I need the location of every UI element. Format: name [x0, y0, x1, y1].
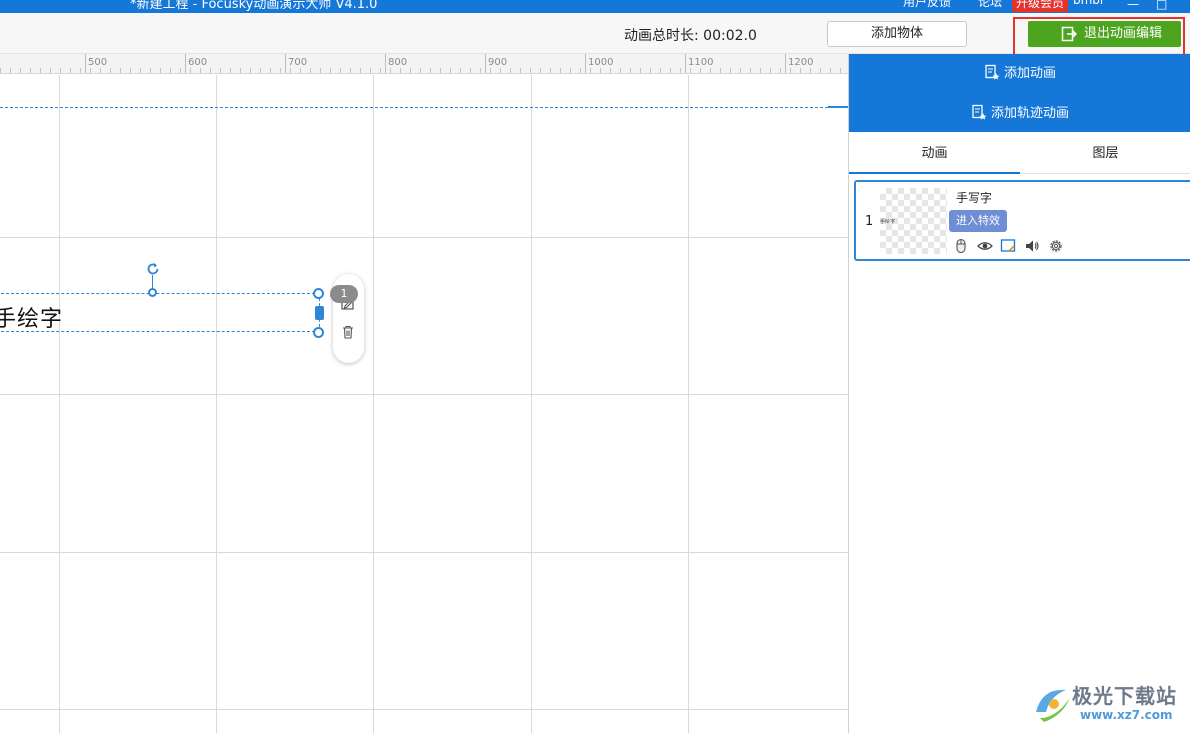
grid-line: [0, 237, 848, 238]
horizontal-ruler: 500 600 700 800 900 1000 1100 1200: [0, 54, 848, 74]
thumbnail-text: 手绘字: [880, 219, 896, 225]
grid-line: [531, 75, 532, 733]
maximize-button[interactable]: □: [1156, 0, 1167, 11]
add-animation-label: 添加动画: [1003, 66, 1056, 81]
rotate-icon[interactable]: [145, 261, 161, 277]
ruler-label: 1200: [788, 57, 814, 68]
ruler-major-tick: [585, 54, 586, 73]
guide-line-marker: [828, 106, 848, 108]
add-path-animation-button[interactable]: 添加轨迹动画: [849, 94, 1190, 132]
watermark-logo: [1036, 689, 1070, 722]
rotate-handle-stem: [152, 275, 153, 289]
ruler-label: 1100: [688, 57, 714, 68]
exit-animation-edit-button[interactable]: 退出动画编辑: [1028, 21, 1181, 47]
guide-line[interactable]: [0, 107, 848, 108]
watermark: 极光下载站 www.xz7.com: [1032, 680, 1182, 730]
mouse-icon[interactable]: [953, 238, 969, 254]
minimize-button[interactable]: —: [1127, 0, 1139, 11]
animation-name: 手写字: [956, 191, 993, 205]
resize-handle-top-right[interactable]: [313, 288, 324, 299]
ruler-major-tick: [785, 54, 786, 73]
animation-thumbnail: 手绘字: [880, 188, 947, 254]
add-animation-icon: [985, 64, 1000, 80]
watermark-url: www.xz7.com: [1080, 708, 1173, 722]
title-bar: *新建工程 - Focusky动画演示大师 V4.1.0 用户反馈 论坛 升级会…: [0, 0, 1190, 13]
grid-line: [216, 75, 217, 733]
effect-type-badge[interactable]: 进入特效: [949, 210, 1007, 232]
ruler-label: 900: [488, 57, 508, 68]
exit-icon: [1061, 26, 1077, 42]
editing-canvas[interactable]: 手绘字 1: [0, 75, 848, 733]
grid-line: [0, 709, 848, 710]
ruler-label: 800: [388, 57, 408, 68]
ruler-label: 700: [288, 57, 308, 68]
grid-line: [0, 552, 848, 553]
window-title: *新建工程 - Focusky动画演示大师 V4.1.0: [130, 0, 378, 12]
animation-index: 1: [865, 214, 874, 229]
settings-icon[interactable]: [1048, 238, 1064, 254]
note-icon[interactable]: [1000, 238, 1016, 254]
trash-icon[interactable]: [340, 324, 356, 340]
ruler-major-tick: [385, 54, 386, 73]
tab-layers[interactable]: 图层: [1020, 134, 1190, 174]
ruler-label: 600: [188, 57, 208, 68]
exit-animation-edit-label: 退出动画编辑: [1084, 26, 1163, 41]
ruler-major-tick: [485, 54, 486, 73]
ruler-label: 500: [88, 57, 108, 68]
grid-line: [373, 75, 374, 733]
ruler-major-tick: [85, 54, 86, 73]
grid-line: [688, 75, 689, 733]
tab-animation[interactable]: 动画: [849, 134, 1020, 174]
username[interactable]: bmbr: [1073, 0, 1105, 7]
resize-handle-top[interactable]: [148, 288, 157, 297]
eye-icon[interactable]: [977, 238, 993, 254]
feedback-link[interactable]: 用户反馈: [903, 0, 951, 10]
canvas-text-object[interactable]: 手绘字: [0, 301, 63, 333]
watermark-name: 极光下载站: [1072, 684, 1177, 708]
resize-handle-bottom-right[interactable]: [313, 327, 324, 338]
grid-line: [0, 394, 848, 395]
ruler-major-tick: [685, 54, 686, 73]
toolbar: 动画总时长: 00:02.0 添加物体 退出动画编辑: [0, 13, 1190, 85]
object-index-badge: 1: [330, 285, 358, 303]
ruler-major-tick: [185, 54, 186, 73]
total-duration: 动画总时长: 00:02.0: [624, 28, 757, 44]
vip-badge[interactable]: 升级会员: [1012, 0, 1068, 12]
panel-tabs: 动画 图层: [849, 134, 1190, 174]
width-handle[interactable]: [315, 306, 324, 320]
grid-line: [59, 75, 60, 733]
forum-link[interactable]: 论坛: [978, 0, 1002, 10]
ruler-major-tick: [285, 54, 286, 73]
animation-list-item[interactable]: 1 手绘字 手写字 进入特效: [854, 180, 1190, 261]
ruler-ticks: [0, 68, 848, 73]
add-path-animation-label: 添加轨迹动画: [990, 106, 1069, 121]
add-animation-button[interactable]: 添加动画: [849, 54, 1190, 94]
animation-panel: 添加动画 添加轨迹动画 动画 图层 1 手绘字 手写字 进入特效: [848, 54, 1190, 733]
ruler-label: 1000: [588, 57, 614, 68]
sound-icon[interactable]: [1024, 238, 1040, 254]
add-path-animation-icon: [972, 104, 987, 120]
add-object-button[interactable]: 添加物体: [827, 21, 967, 47]
